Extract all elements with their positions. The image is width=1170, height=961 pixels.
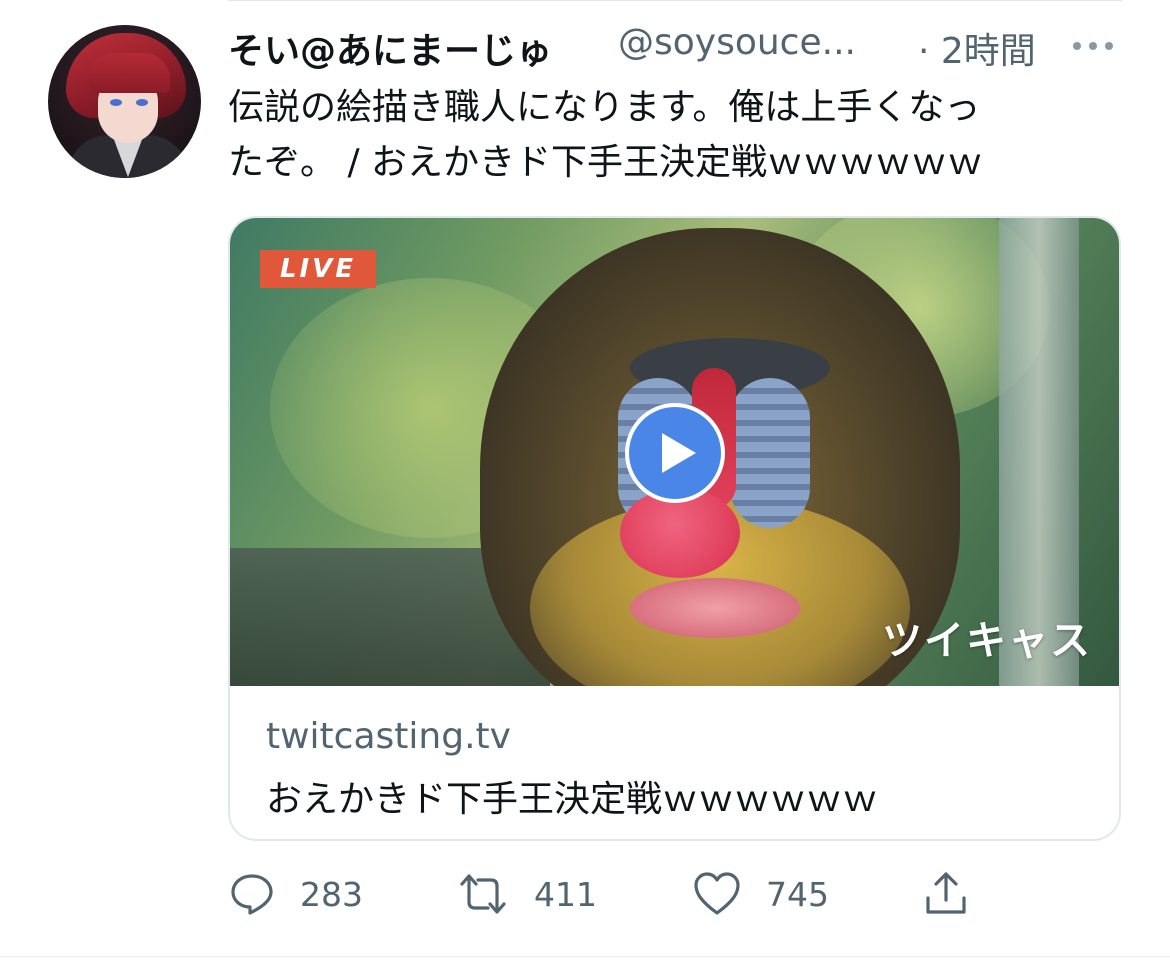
retweet-count: 411 xyxy=(534,874,597,914)
reply-count: 283 xyxy=(300,874,363,914)
tweet-text-line: たぞ。 / おえかきド下手王決定戦ｗｗｗｗｗｗ xyxy=(228,142,984,183)
play-button[interactable] xyxy=(625,403,725,503)
retweet-arrows-icon xyxy=(460,874,506,914)
reply-button[interactable]: 283 xyxy=(228,866,363,922)
divider xyxy=(0,956,1170,957)
timestamp[interactable]: · 2時間 xyxy=(918,22,1036,74)
card-thumbnail[interactable]: LIVE ツイキャス xyxy=(230,218,1119,686)
play-icon xyxy=(662,433,696,473)
heart-icon xyxy=(694,872,740,915)
display-name[interactable]: そい@あにまーじゅ xyxy=(228,22,552,74)
like-button[interactable]: 745 xyxy=(692,866,829,922)
tweet-text-line: 伝説の絵描き職人になります。俺は上手くなっ xyxy=(228,87,981,128)
ellipsis-icon xyxy=(1073,42,1081,50)
share-upload-icon xyxy=(926,872,966,914)
speech-bubble-icon xyxy=(231,874,273,915)
like-count: 745 xyxy=(766,874,829,914)
card-title: おえかきド下手王決定戦ｗｗｗｗｗｗ xyxy=(266,779,879,820)
tweet-header: そい@あにまーじゅ @soysouce... · 2時間 xyxy=(228,20,1128,76)
card-domain: twitcasting.tv xyxy=(266,716,511,757)
user-handle[interactable]: @soysouce... xyxy=(618,22,856,63)
share-button[interactable] xyxy=(922,866,970,922)
tweet-text: 伝説の絵描き職人になります。俺は上手くなっ たぞ。 / おえかきド下手王決定戦ｗ… xyxy=(228,80,1128,190)
avatar[interactable] xyxy=(48,25,201,178)
action-bar: 283 411 745 xyxy=(228,866,1128,926)
retweet-button[interactable]: 411 xyxy=(456,866,597,922)
tweet[interactable]: そい@あにまーじゅ @soysouce... · 2時間 伝説の絵描き職人になり… xyxy=(0,0,1170,961)
divider xyxy=(228,0,1122,1)
brand-watermark: ツイキャス xyxy=(882,618,1092,664)
link-card[interactable]: LIVE ツイキャス twitcasting.tv おえかきド下手王決定戦ｗｗｗ… xyxy=(228,216,1121,841)
more-options-button[interactable] xyxy=(1068,26,1118,66)
live-badge: LIVE xyxy=(260,250,376,288)
